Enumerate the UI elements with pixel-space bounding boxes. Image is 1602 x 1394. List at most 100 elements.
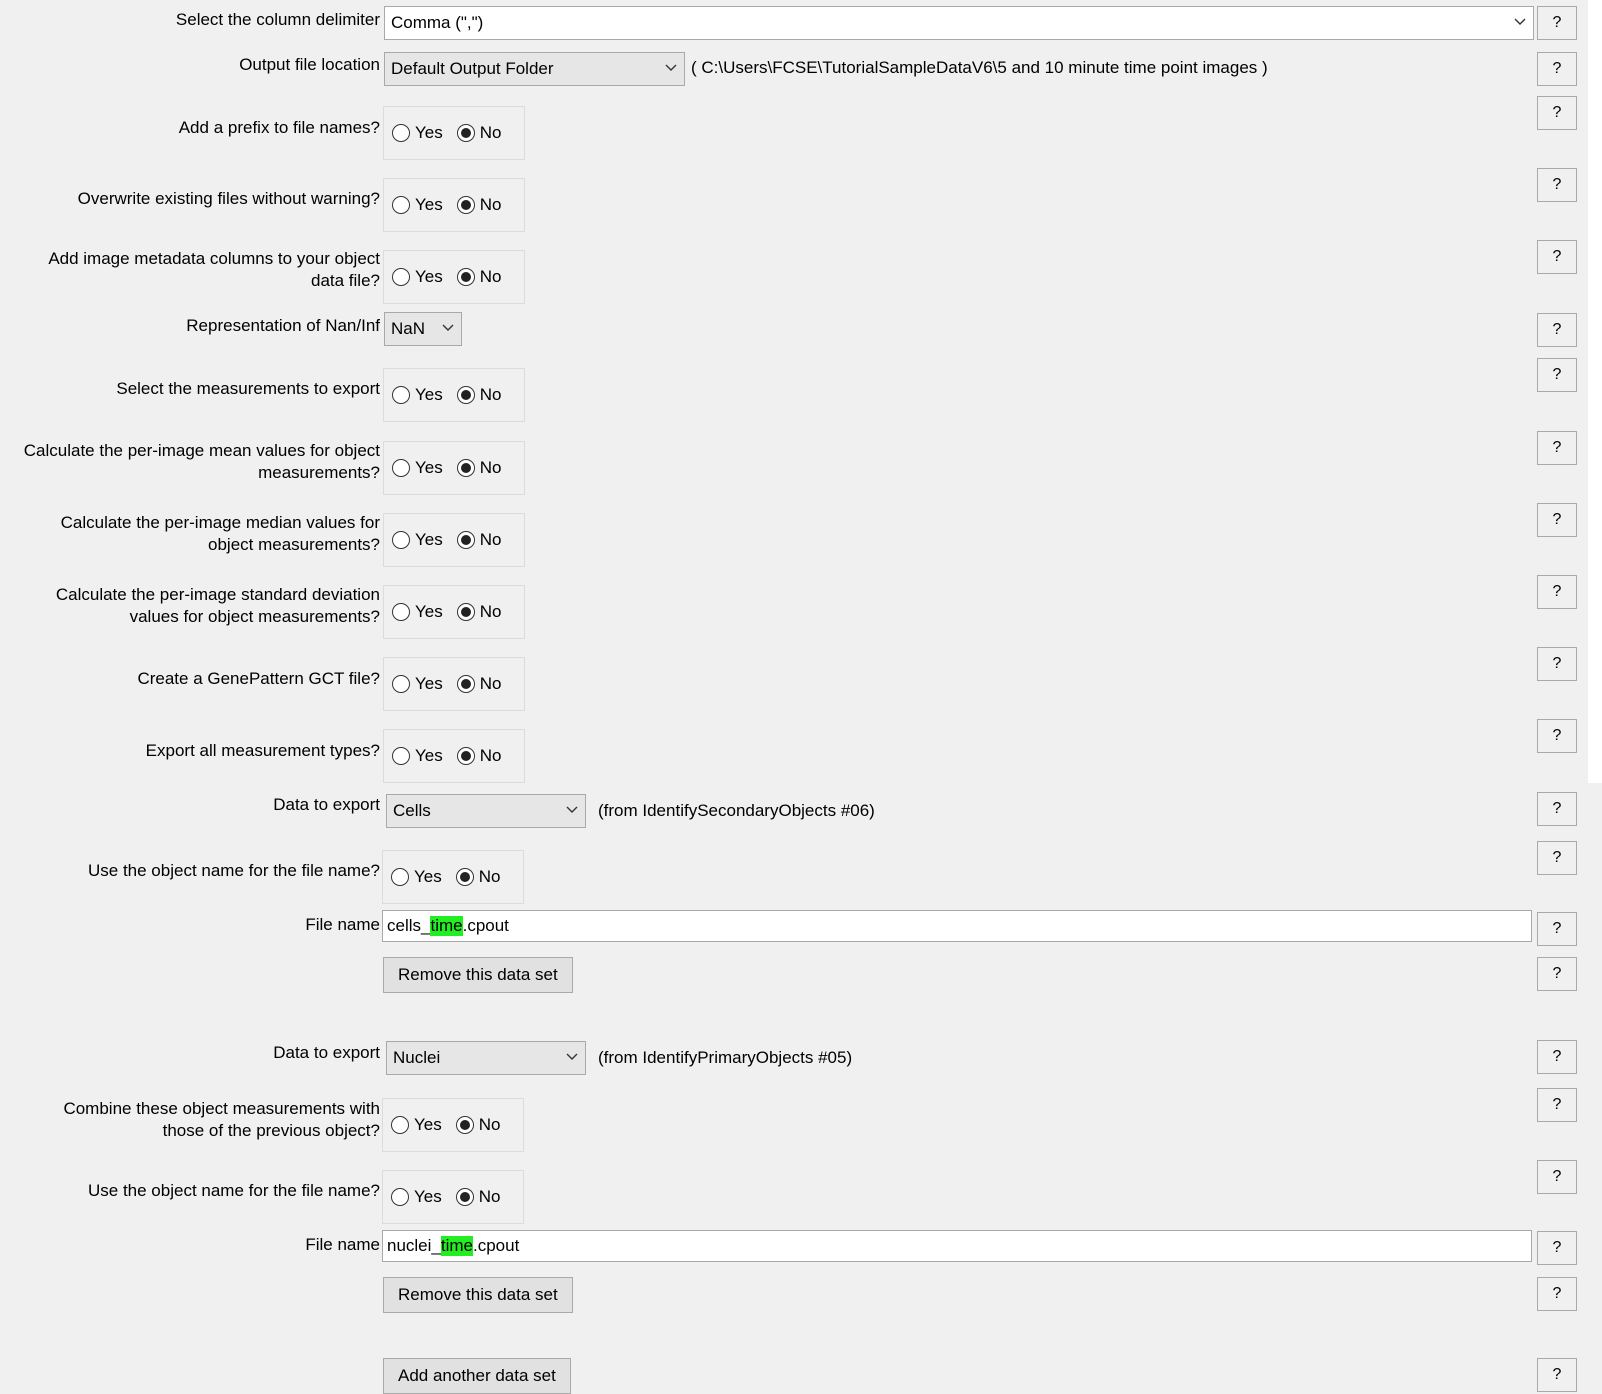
radio-no[interactable]: No	[456, 385, 502, 405]
output-location-label: Output file location	[239, 55, 380, 74]
radio-yes-label: Yes	[415, 746, 443, 765]
remove-data-set-button[interactable]: Remove this data set	[383, 957, 573, 993]
combine-label-line2: those of the previous object?	[162, 1121, 380, 1140]
help-button[interactable]: ?	[1537, 503, 1577, 537]
file-name-metadata-tag: time	[440, 1236, 473, 1256]
setting-label: Export all measurement types?	[145, 741, 380, 760]
radio-no[interactable]: No	[456, 267, 501, 287]
radio-yes[interactable]: Yes	[392, 746, 443, 766]
help-button[interactable]: ?	[1537, 240, 1577, 274]
help-button[interactable]: ?	[1537, 358, 1577, 392]
help-button[interactable]: ?	[1537, 957, 1577, 991]
radio-no[interactable]: No	[456, 195, 501, 215]
setting-label-line1: Calculate the per-image standard deviati…	[55, 585, 380, 604]
radio-yes[interactable]: Yes	[392, 123, 443, 143]
radio-yes[interactable]: Yes	[391, 1115, 442, 1135]
radio-circle	[391, 868, 409, 886]
delimiter-value: Comma (",")	[391, 13, 484, 32]
combine-radio-group: Yes No	[382, 1098, 524, 1152]
radio-yes[interactable]: Yes	[392, 602, 443, 622]
nan-label: Representation of Nan/Inf	[186, 316, 380, 335]
help-button[interactable]: ?	[1537, 575, 1577, 609]
radio-no[interactable]: No	[456, 674, 502, 694]
radio-yes-label: Yes	[415, 267, 443, 286]
radio-no[interactable]: No	[456, 123, 501, 143]
radio-no[interactable]: No	[455, 867, 500, 887]
help-button[interactable]: ?	[1537, 1088, 1577, 1122]
radio-yes[interactable]: Yes	[392, 267, 443, 287]
help-button[interactable]: ?	[1537, 168, 1577, 202]
radio-no[interactable]: No	[456, 602, 501, 622]
help-button[interactable]: ?	[1537, 6, 1577, 40]
data-to-export-select[interactable]: Cells	[386, 794, 586, 828]
nan-select[interactable]: NaN	[384, 312, 462, 346]
radio-yes[interactable]: Yes	[391, 867, 442, 887]
radio-circle-selected	[455, 868, 474, 886]
radio-no-label: No	[479, 674, 502, 693]
setting-label: Add image metadata columns to your objec…	[48, 248, 380, 292]
radio-circle	[392, 196, 410, 214]
delimiter-select[interactable]: Comma (",")	[384, 6, 1534, 40]
setting-label-line2: object measurements?	[208, 535, 380, 554]
help-button[interactable]: ?	[1537, 313, 1577, 347]
help-button[interactable]: ?	[1537, 841, 1577, 875]
data-to-export-select[interactable]: Nuclei	[386, 1041, 586, 1075]
radio-yes-label: Yes	[415, 123, 443, 142]
data-to-export-label: Data to export	[273, 1043, 380, 1062]
radio-yes-label: Yes	[415, 674, 443, 693]
file-name-input[interactable]: cells_ time .cpout	[382, 910, 1532, 942]
radio-no[interactable]: No	[455, 1115, 500, 1135]
radio-yes[interactable]: Yes	[392, 195, 443, 215]
file-name-input[interactable]: nuclei_ time .cpout	[382, 1230, 1532, 1262]
help-button[interactable]: ?	[1537, 719, 1577, 753]
radio-yes[interactable]: Yes	[392, 674, 443, 694]
setting-label: Select the measurements to export	[116, 379, 380, 398]
file-name-suffix: .cpout	[473, 1236, 520, 1255]
remove-data-set-button[interactable]: Remove this data set	[383, 1277, 573, 1313]
radio-no-label: No	[479, 458, 502, 477]
use-name-label: Use the object name for the file name?	[88, 861, 380, 880]
use-name-radio-group: Yes No	[382, 850, 524, 904]
output-location-select[interactable]: Default Output Folder	[384, 52, 685, 86]
add-data-set-button[interactable]: Add another data set	[383, 1358, 571, 1394]
radio-no[interactable]: No	[456, 746, 501, 766]
radio-yes[interactable]: Yes	[392, 458, 443, 478]
radio-no[interactable]: No	[456, 530, 501, 550]
chevron-down-icon	[1514, 18, 1526, 25]
output-location-value: Default Output Folder	[391, 59, 554, 78]
radio-circle-selected	[456, 603, 475, 621]
radio-no-label: No	[479, 385, 502, 404]
radio-no[interactable]: No	[456, 458, 502, 478]
help-button[interactable]: ?	[1537, 431, 1577, 465]
radio-circle-selected	[455, 1116, 474, 1134]
radio-yes[interactable]: Yes	[391, 1187, 442, 1207]
help-button[interactable]: ?	[1537, 52, 1577, 86]
data-to-export-value: Nuclei	[393, 1048, 441, 1067]
setting-label: Overwrite existing files without warning…	[77, 189, 380, 208]
setting-label-line1: Calculate the per-image mean values for …	[23, 441, 380, 460]
help-button[interactable]: ?	[1537, 1040, 1577, 1074]
radio-no[interactable]: No	[455, 1187, 500, 1207]
select-measurements-radio-group: Yes No	[383, 368, 525, 422]
setting-label: Calculate the per-image standard deviati…	[56, 584, 380, 628]
metadata-radio-group: Yes No	[383, 250, 525, 304]
overwrite-radio-group: Yes No	[383, 178, 525, 232]
help-button[interactable]: ?	[1537, 1358, 1577, 1392]
data-to-export-value: Cells	[393, 801, 431, 820]
help-button[interactable]: ?	[1537, 1231, 1577, 1265]
setting-label: Calculate the per-image mean values for …	[24, 440, 380, 484]
setting-label: Add a prefix to file names?	[178, 118, 380, 137]
help-button[interactable]: ?	[1537, 96, 1577, 130]
median-radio-group: Yes No	[383, 513, 525, 567]
help-button[interactable]: ?	[1537, 792, 1577, 826]
help-button[interactable]: ?	[1537, 647, 1577, 681]
radio-circle-selected	[456, 124, 475, 142]
help-button[interactable]: ?	[1537, 1277, 1577, 1311]
help-button[interactable]: ?	[1537, 1160, 1577, 1194]
radio-yes[interactable]: Yes	[392, 530, 443, 550]
radio-circle	[392, 459, 410, 477]
help-button[interactable]: ?	[1537, 912, 1577, 946]
radio-yes-label: Yes	[414, 1115, 442, 1134]
radio-circle-selected	[456, 268, 475, 286]
radio-yes[interactable]: Yes	[392, 385, 443, 405]
